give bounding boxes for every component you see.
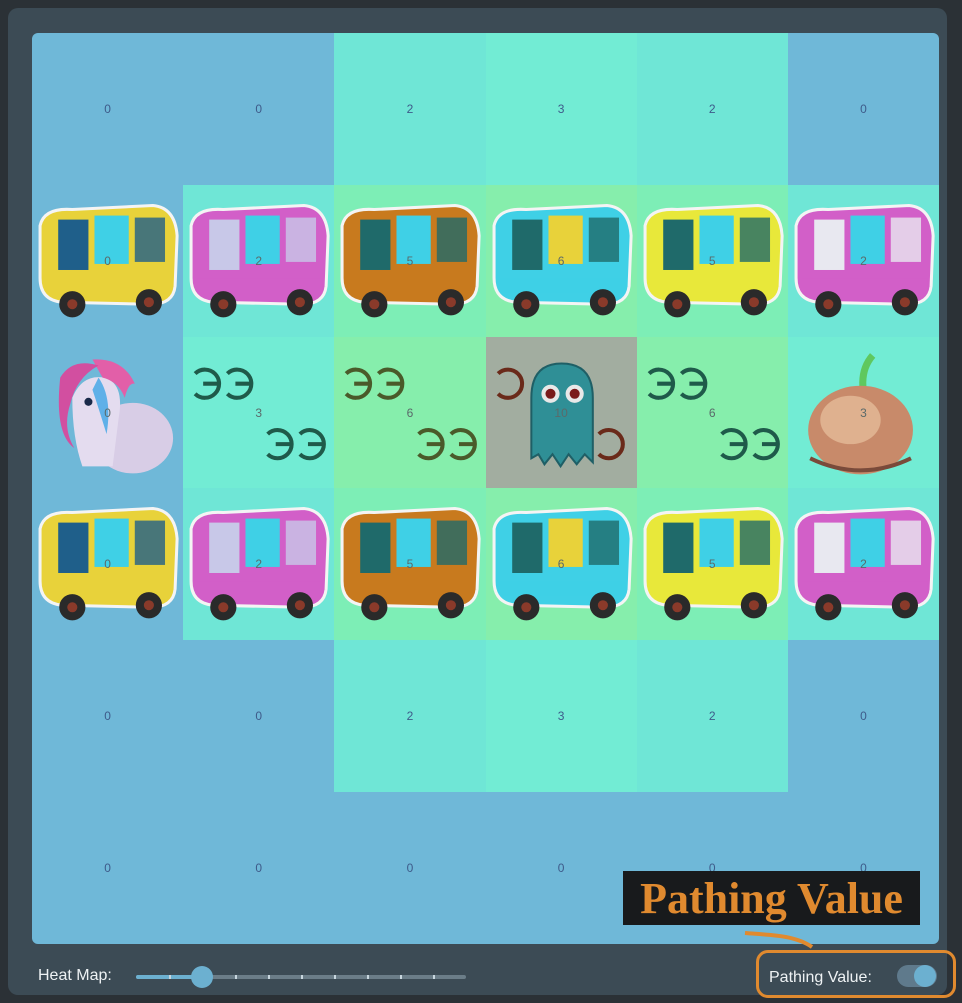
pathing-value-number: 3 (557, 101, 565, 116)
pathing-value-number: 3 (860, 405, 867, 420)
board-cell[interactable]: 0 (32, 33, 184, 185)
pathing-value-label: Pathing Value: (769, 969, 872, 986)
game-board: 0 0 2 3 2 0 0 2 5 6 5 2 0 3 6 10 6 3 0 2 5 6 … (32, 33, 939, 944)
board-cell[interactable]: 0 (32, 792, 184, 944)
pathing-value-number: 10 (554, 405, 568, 420)
board-cell[interactable]: 0 (183, 792, 335, 944)
board-cell[interactable]: 2 (334, 33, 486, 185)
pathing-value-number: 5 (406, 253, 414, 268)
game-panel: 0 0 2 3 2 0 0 2 5 6 5 2 0 3 6 10 6 3 0 2 5 6 … (8, 8, 947, 995)
pathing-value-number: 3 (255, 405, 263, 420)
pathing-value-number: 5 (708, 557, 716, 572)
pathing-value-number: 0 (406, 861, 414, 876)
board-cell[interactable]: 0 (32, 488, 184, 641)
board-cell[interactable]: 3 (485, 33, 637, 185)
board-cell[interactable]: 6 (636, 336, 788, 489)
pathing-value-number: 2 (708, 709, 716, 724)
pathing-value-number: 0 (104, 557, 111, 572)
pathing-value-number: 0 (860, 709, 867, 724)
board-cell[interactable]: 10 (485, 336, 637, 489)
pathing-value-number: 0 (104, 861, 111, 876)
pathing-value-number: 0 (255, 101, 263, 116)
board-cell[interactable]: 2 (787, 488, 939, 641)
board-cell[interactable]: 3 (787, 336, 939, 489)
pathing-value-number: 2 (406, 101, 414, 116)
board-cell[interactable]: 6 (485, 488, 637, 641)
pathing-value-number: 0 (104, 405, 111, 420)
pathing-value-toggle-knob (914, 965, 936, 987)
board-cell[interactable]: 5 (334, 184, 486, 337)
pathing-value-toggle[interactable] (897, 965, 937, 987)
board-cell[interactable]: 0 (32, 336, 184, 489)
callout-arrow-icon (744, 931, 814, 949)
slider-tick (268, 975, 270, 979)
pathing-value-number: 0 (104, 253, 111, 268)
pathing-value-number: 3 (557, 709, 565, 724)
slider-tick (235, 975, 237, 979)
slider-tick (334, 975, 336, 979)
heat-map-slider-thumb[interactable] (191, 966, 213, 988)
board-cell[interactable]: 0 (32, 184, 184, 337)
board-cell[interactable]: 0 (787, 33, 939, 185)
slider-tick (433, 975, 435, 979)
pathing-value-number: 0 (860, 101, 867, 116)
pathing-value-number: 0 (104, 101, 111, 116)
pathing-value-number: 0 (557, 861, 565, 876)
pathing-value-number: 2 (255, 253, 263, 268)
board-cell[interactable]: 2 (183, 488, 335, 641)
board-cell[interactable]: 0 (787, 640, 939, 793)
heat-map-label: Heat Map: (38, 967, 112, 984)
pathing-value-number: 2 (708, 101, 716, 116)
board-cell[interactable]: 0 (485, 792, 637, 944)
board-cell[interactable]: 6 (485, 184, 637, 337)
slider-tick (169, 975, 171, 979)
pathing-value-callout: Pathing Value (623, 871, 920, 925)
board-cell[interactable]: 5 (636, 184, 788, 337)
pathing-value-number: 2 (255, 557, 263, 572)
board-cell[interactable]: 0 (334, 792, 486, 944)
heat-map-slider[interactable] (136, 966, 466, 988)
board-cell[interactable]: 6 (334, 336, 486, 489)
pathing-value-number: 6 (708, 405, 716, 420)
board-cell[interactable]: 5 (636, 488, 788, 641)
slider-tick (400, 975, 402, 979)
board-cell[interactable]: 0 (183, 640, 335, 793)
board-cell[interactable]: 2 (334, 640, 486, 793)
pathing-value-number: 5 (406, 557, 414, 572)
slider-tick (367, 975, 369, 979)
board-cell[interactable]: 2 (636, 33, 788, 185)
pathing-value-number: 0 (255, 861, 263, 876)
slider-tick (301, 975, 303, 979)
board-cell[interactable]: 0 (183, 33, 335, 185)
pathing-value-number: 0 (255, 709, 263, 724)
board-cell[interactable]: 2 (183, 184, 335, 337)
pathing-value-number: 2 (860, 253, 867, 268)
pathing-value-number: 6 (557, 557, 565, 572)
board-cell[interactable]: 3 (485, 640, 637, 793)
pathing-value-number: 0 (104, 709, 111, 724)
pathing-value-number: 6 (557, 253, 565, 268)
board-cell[interactable]: 3 (183, 336, 335, 489)
board-cell[interactable]: 2 (636, 640, 788, 793)
pathing-value-number: 5 (708, 253, 716, 268)
pathing-value-number: 2 (860, 557, 867, 572)
board-cell[interactable]: 0 (32, 640, 184, 793)
board-cell[interactable]: 2 (787, 184, 939, 337)
pathing-value-number: 6 (406, 405, 414, 420)
board-cell[interactable]: 5 (334, 488, 486, 641)
pathing-value-number: 2 (406, 709, 414, 724)
